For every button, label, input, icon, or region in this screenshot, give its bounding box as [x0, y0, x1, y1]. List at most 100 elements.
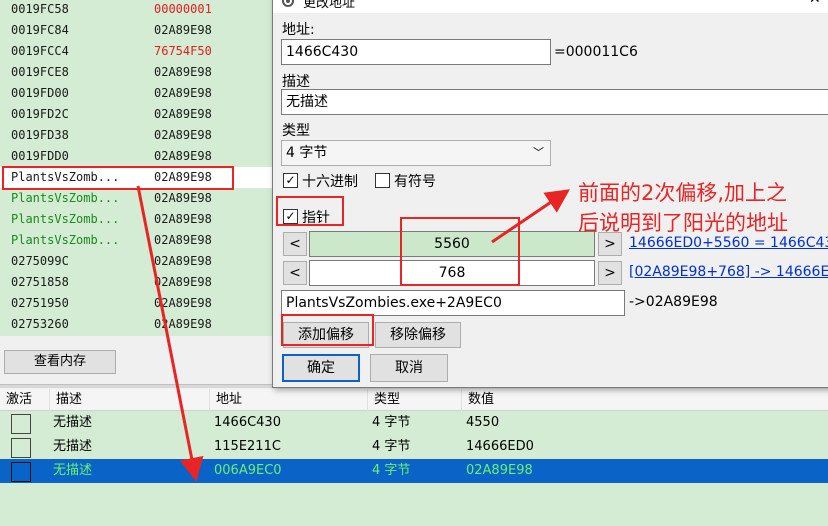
memory-row-address: 0019FCE8	[11, 65, 69, 79]
active-checkbox[interactable]	[11, 462, 31, 482]
memory-row-address: PlantsVsZomb...	[11, 233, 120, 247]
row-value: 02A89E98	[466, 463, 533, 478]
memory-row[interactable]: 0019FCC4 76754F50	[0, 41, 290, 62]
col-active[interactable]: 激活	[0, 389, 50, 411]
view-memory-button[interactable]: 查看内存	[4, 350, 116, 374]
row-type: 4 字节	[372, 439, 411, 454]
col-type[interactable]: 类型	[368, 389, 462, 411]
memory-row-value: 00000001	[154, 2, 212, 16]
memory-row-address: 0019FD38	[11, 128, 69, 142]
memory-row-address: 02751950	[11, 296, 69, 310]
hex-checkbox[interactable]: ✓	[283, 173, 298, 188]
memory-row-value: 02A89E98	[154, 296, 212, 310]
memory-row[interactable]: 02751950 02A89E98	[0, 293, 290, 314]
memory-row-value: 02A89E98	[154, 233, 212, 247]
memory-row-address: PlantsVsZomb...	[11, 191, 120, 205]
active-checkbox[interactable]	[11, 414, 31, 434]
base-address-result: ->02A89E98	[629, 294, 718, 310]
description-label: 描述	[282, 74, 310, 90]
table-row[interactable]: 无描述 115E211C 4 字节 14666ED0	[0, 435, 828, 459]
row-value: 4550	[466, 415, 500, 430]
address-label: 地址:	[282, 22, 315, 38]
memory-row[interactable]: PlantsVsZomb... 02A89E98	[0, 209, 290, 230]
memory-row-address: 0019FDD0	[11, 149, 69, 163]
row-type: 4 字节	[372, 463, 411, 478]
memory-row-value: 02A89E98	[154, 275, 212, 289]
dialog-title-bar[interactable]: 更改地址 ✕	[273, 0, 828, 13]
memory-row-address: 02753260	[11, 317, 69, 331]
remove-offset-button[interactable]: 移除偏移	[375, 322, 461, 348]
memory-row[interactable]: 0019FDD0 02A89E98	[0, 146, 290, 167]
memory-row[interactable]: 0019FD38 02A89E98	[0, 125, 290, 146]
memory-row-value: 02A89E98	[154, 128, 212, 142]
memory-row[interactable]: 02751858 02A89E98	[0, 272, 290, 293]
memory-row-address: 0019FC58	[11, 2, 69, 16]
active-checkbox[interactable]	[11, 438, 31, 458]
memory-row-value: 02A89E98	[154, 107, 212, 121]
highlight-offsets	[400, 217, 520, 286]
col-value[interactable]: 数值	[462, 389, 828, 411]
memory-row-value: 02A89E98	[154, 317, 212, 331]
memory-row-value: 02A89E98	[154, 149, 212, 163]
memory-row-value: 02A89E98	[154, 254, 212, 268]
type-label: 类型	[282, 123, 310, 139]
address-result: =000011C6	[554, 44, 638, 60]
memory-row-value: 76754F50	[154, 44, 212, 58]
row-description: 无描述	[53, 463, 93, 478]
memory-row[interactable]: 0019FC84 02A89E98	[0, 20, 290, 41]
memory-row-value: 02A89E98	[154, 212, 212, 226]
offset-decrease-button[interactable]: <	[283, 232, 307, 256]
cancel-button[interactable]: 取消	[370, 354, 448, 382]
row-address: 006A9EC0	[214, 463, 282, 478]
memory-row-value: 02A89E98	[154, 65, 212, 79]
memory-row[interactable]: 0019FD2C 02A89E98	[0, 104, 290, 125]
memory-row-address: 0019FCC4	[11, 44, 69, 58]
gear-icon	[282, 0, 294, 7]
memory-row[interactable]: 0019FD00 02A89E98	[0, 83, 290, 104]
memory-row-address: 0019FC84	[11, 23, 69, 37]
dialog-title: 更改地址	[303, 0, 356, 11]
type-select[interactable]: 4 字节 ﹀	[281, 140, 551, 166]
row-address: 115E211C	[214, 439, 281, 454]
memory-row[interactable]: PlantsVsZomb... 02A89E98	[0, 230, 290, 251]
memory-row[interactable]: 02753260 02A89E98	[0, 314, 290, 335]
cheat-table-header: 激活 描述 地址 类型 数值	[0, 389, 828, 411]
annotation-line-1: 前面的2次偏移,加上之	[578, 181, 788, 205]
address-input[interactable]: 1466C430	[281, 39, 551, 65]
table-row-selected[interactable]: 无描述 006A9EC0 4 字节 02A89E98	[0, 459, 828, 483]
description-input[interactable]: 无描述	[281, 89, 828, 115]
highlight-add-offset-button	[281, 314, 374, 346]
memory-row-address: 0275099C	[11, 254, 69, 268]
col-address[interactable]: 地址	[210, 389, 368, 411]
annotation-note: 前面的2次偏移,加上之 后说明到了阳光的地址	[578, 178, 828, 238]
offset-decrease-button[interactable]: <	[283, 261, 307, 285]
memory-row[interactable]: 0019FCE8 02A89E98	[0, 62, 290, 83]
row-description: 无描述	[53, 439, 93, 454]
memory-row-value: 02A89E98	[154, 86, 212, 100]
row-address: 1466C430	[214, 415, 281, 430]
memory-row[interactable]: PlantsVsZomb... 02A89E98	[0, 188, 290, 209]
memory-row-address: 0019FD00	[11, 86, 69, 100]
hex-label: 十六进制	[302, 174, 358, 190]
memory-row-address: 02751858	[11, 275, 69, 289]
col-description[interactable]: 描述	[50, 389, 210, 411]
memory-row-address: 0019FD2C	[11, 107, 69, 121]
cheat-table-body: 无描述 1466C430 4 字节 4550 无描述 115E211C 4 字节…	[0, 411, 828, 526]
offset-2-link[interactable]: [02A89E98+768] -> 14666E	[629, 264, 828, 280]
memory-row-value: 02A89E98	[154, 191, 212, 205]
table-row[interactable]: 无描述 1466C430 4 字节 4550	[0, 411, 828, 435]
row-value: 14666ED0	[466, 439, 534, 454]
chevron-down-icon: ﹀	[533, 146, 544, 159]
annotation-line-2: 后说明到了阳光的地址	[578, 211, 788, 235]
signed-checkbox[interactable]	[375, 173, 390, 188]
close-icon[interactable]: ✕	[809, 0, 821, 7]
highlight-pointer-checkbox	[276, 196, 344, 226]
row-type: 4 字节	[372, 415, 411, 430]
type-select-value: 4 字节	[286, 145, 328, 161]
offset-increase-button[interactable]: >	[598, 261, 622, 285]
memory-row[interactable]: 0275099C 02A89E98	[0, 251, 290, 272]
memory-row[interactable]: 0019FC58 00000001	[0, 0, 290, 20]
base-address-input[interactable]: PlantsVsZombies.exe+2A9EC0	[281, 290, 625, 316]
ok-button[interactable]: 确定	[282, 354, 360, 382]
row-description: 无描述	[53, 415, 93, 430]
